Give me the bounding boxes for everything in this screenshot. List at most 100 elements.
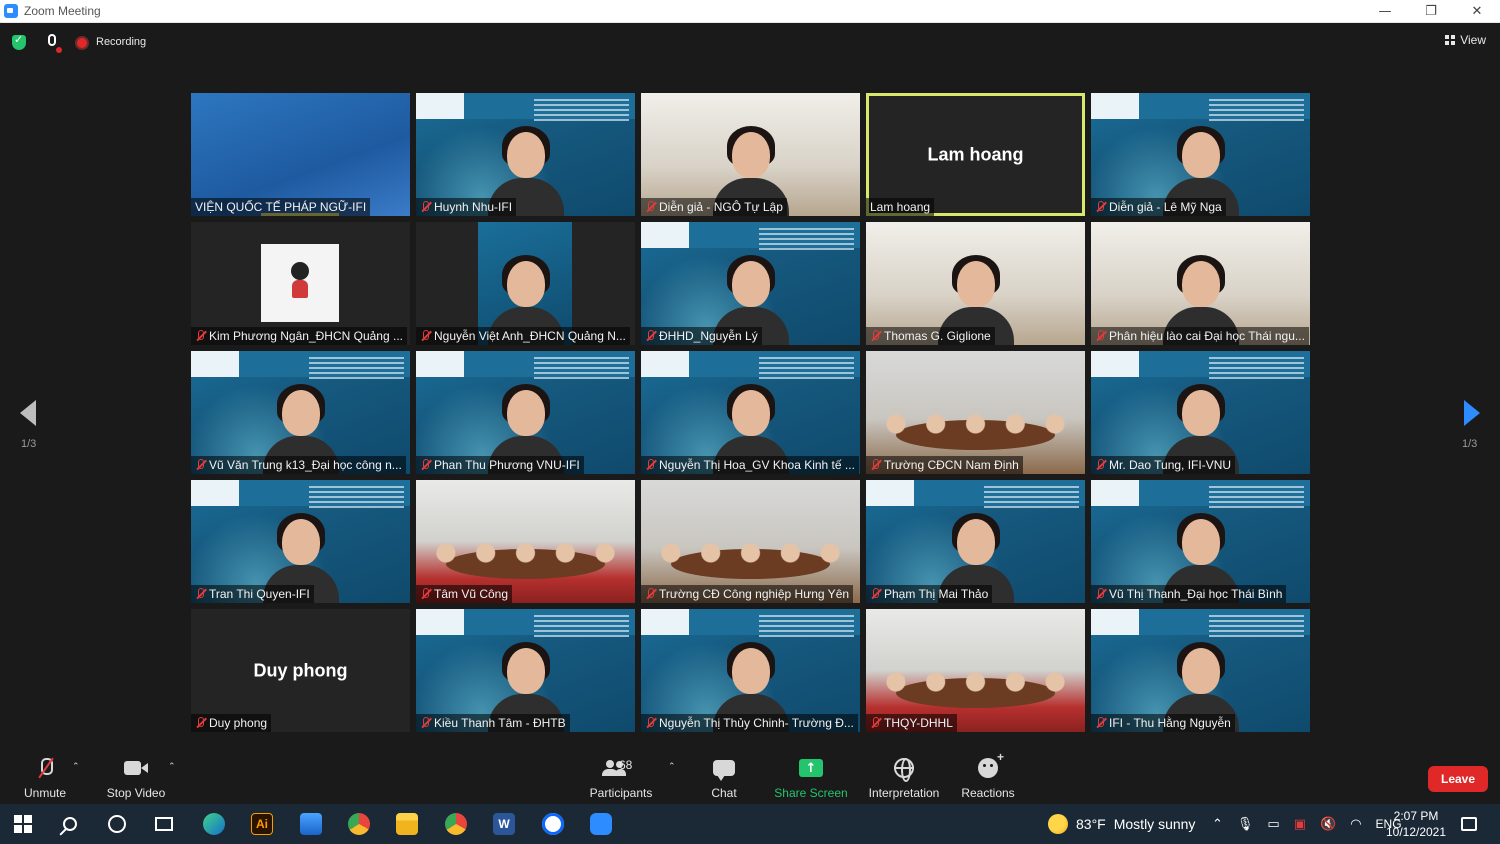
close-button[interactable]: ✕ — [1454, 0, 1500, 23]
antivirus-tray-icon[interactable]: ▣ — [1294, 817, 1306, 832]
muted-microphone-icon — [420, 588, 431, 600]
participant-video-tile[interactable]: Thomas G. Giglione — [866, 222, 1085, 345]
taskbar-chrome[interactable] — [342, 810, 376, 838]
previous-page-arrow-icon[interactable] — [20, 400, 36, 426]
participant-name: Kiều Thanh Tâm - ĐHTB — [434, 716, 566, 730]
participant-video-tile[interactable]: Tâm Vũ Công — [416, 480, 635, 603]
reactions-button[interactable]: Reactions — [958, 748, 1018, 804]
participant-video-tile[interactable]: Diễn giả - NGÔ Tự Lập — [641, 93, 860, 216]
chat-label: Chat — [711, 786, 737, 800]
show-hidden-icons-chevron-icon[interactable]: ⌃ — [1212, 817, 1223, 832]
taskbar-zalo[interactable] — [536, 810, 570, 838]
muted-microphone-icon — [870, 459, 881, 471]
participant-video-tile[interactable]: Trường CĐ Công nghiệp Hưng Yên — [641, 480, 860, 603]
participant-name-label: Duy phong — [191, 714, 272, 732]
taskbar-file-explorer[interactable] — [390, 810, 424, 838]
participant-video-tile[interactable]: Diễn giả - Lê Mỹ Nga — [1091, 93, 1310, 216]
participant-video-tile[interactable]: Vũ Thị Thanh_Đại học Thái Bình — [1091, 480, 1310, 603]
zoom-icon — [590, 813, 612, 835]
muted-microphone-icon — [870, 588, 881, 600]
participant-name: Nguyễn Thị Thủy Chinh- Trường Đ... — [659, 716, 854, 730]
participant-video-tile[interactable]: Vũ Văn Trung k13_Đại học công n... — [191, 351, 410, 474]
stop-video-button[interactable]: Stop Video — [104, 748, 168, 804]
participant-video-tile[interactable]: THQY-DHHL — [866, 609, 1085, 732]
participant-name: Vũ Thị Thanh_Đại học Thái Bình — [1109, 587, 1283, 601]
participant-video-tile[interactable]: Phạm Thị Mai Thảo — [866, 480, 1085, 603]
interpretation-button[interactable]: Interpretation — [864, 748, 944, 804]
chat-bubble-icon — [713, 760, 735, 781]
next-page-arrow-icon[interactable] — [1464, 400, 1480, 426]
video-options-caret-icon[interactable]: ⌃ — [168, 762, 176, 772]
participant-name-label: Nguyễn Thị Thủy Chinh- Trường Đ... — [641, 714, 858, 732]
leave-button[interactable]: Leave — [1428, 766, 1488, 792]
folder-icon — [396, 813, 418, 835]
word-icon: W — [493, 813, 515, 835]
taskbar-clock[interactable]: 2:07 PM 10/12/2021 — [1384, 808, 1448, 840]
participant-display-name: Duy phong — [253, 660, 348, 680]
participant-name: Trường CĐ Công nghiệp Hưng Yên — [659, 587, 850, 601]
participant-name-label: Mr. Dao Tung, IFI-VNU — [1091, 456, 1236, 474]
notification-center-icon[interactable] — [1461, 817, 1477, 831]
start-button[interactable] — [6, 810, 40, 838]
battery-icon[interactable]: ▭ — [1267, 817, 1279, 832]
participant-video-tile[interactable]: Kiều Thanh Tâm - ĐHTB — [416, 609, 635, 732]
share-screen-label: Share Screen — [774, 786, 848, 800]
participant-name: Kim Phương Ngân_ĐHCN Quảng ... — [209, 329, 403, 343]
participant-video-tile[interactable]: Nguyễn Việt Anh_ĐHCN Quảng N... — [416, 222, 635, 345]
chat-button[interactable]: Chat — [700, 748, 748, 804]
participant-video-tile[interactable]: VIỆN QUỐC TẾ PHÁP NGỮ-IFI — [191, 93, 410, 216]
task-view-icon — [155, 817, 173, 831]
mic-status-icon — [44, 34, 62, 53]
participants-button[interactable]: 68 Participants — [586, 748, 656, 804]
participant-video-tile[interactable]: Duy phong Duy phong — [191, 609, 410, 732]
participant-video-tile[interactable]: Tran Thi Quyen-IFI — [191, 480, 410, 603]
participant-display-name: Lam hoang — [927, 144, 1024, 164]
cortana-icon — [108, 815, 126, 833]
wifi-icon[interactable]: ◠ — [1350, 817, 1361, 832]
audio-options-caret-icon[interactable]: ⌃ — [72, 762, 80, 772]
search-button[interactable] — [53, 810, 87, 838]
taskbar-edge[interactable] — [197, 810, 231, 838]
taskbar-mail[interactable] — [294, 810, 328, 838]
participant-video-tile[interactable]: Phan Thu Phương VNU-IFI — [416, 351, 635, 474]
volume-muted-icon[interactable]: 🔇 — [1320, 817, 1336, 832]
participant-video-tile[interactable]: Lam hoang Lam hoang — [866, 93, 1085, 216]
participant-name-label: Vũ Thị Thanh_Đại học Thái Bình — [1091, 585, 1287, 603]
participants-options-caret-icon[interactable]: ⌃ — [668, 762, 676, 772]
share-screen-button[interactable]: ↑ Share Screen — [772, 748, 850, 804]
edge-icon — [203, 813, 225, 835]
participant-video-tile[interactable]: Kim Phương Ngân_ĐHCN Quảng ... — [191, 222, 410, 345]
participant-name: Vũ Văn Trung k13_Đại học công n... — [209, 458, 402, 472]
view-button[interactable]: View — [1445, 33, 1486, 47]
participant-name-label: VIỆN QUỐC TẾ PHÁP NGỮ-IFI — [191, 198, 371, 216]
microphone-tray-icon[interactable]: 🎙 — [1237, 817, 1254, 832]
unmute-button[interactable]: Unmute — [20, 748, 70, 804]
task-view-button[interactable] — [147, 810, 181, 838]
taskbar-chrome-profile[interactable] — [439, 810, 473, 838]
participant-name: Mr. Dao Tung, IFI-VNU — [1109, 458, 1232, 472]
participant-video-tile[interactable]: Phân hiệu lào cai Đại học Thái ngu... — [1091, 222, 1310, 345]
participant-video-tile[interactable]: Nguyễn Thị Hoa_GV Khoa Kinh tế ... — [641, 351, 860, 474]
taskbar-word[interactable]: W — [487, 810, 521, 838]
taskbar-illustrator[interactable]: Ai — [245, 810, 279, 838]
restore-button[interactable]: ❐ — [1408, 0, 1454, 23]
encryption-shield-icon[interactable] — [12, 33, 26, 50]
weather-widget[interactable]: 83°F Mostly sunny — [1048, 804, 1195, 844]
muted-microphone-icon — [420, 717, 431, 729]
participant-video-tile[interactable]: Trường CĐCN Nam Định — [866, 351, 1085, 474]
participant-name-label: Trường CĐCN Nam Định — [866, 456, 1023, 474]
participant-video-tile[interactable]: Huynh Nhu-IFI — [416, 93, 635, 216]
taskbar-zoom[interactable] — [584, 810, 618, 838]
stop-video-label: Stop Video — [106, 786, 166, 800]
participant-video-tile[interactable]: ĐHHD_Nguyễn Lý — [641, 222, 860, 345]
system-tray: ⌃ 🎙 ▭ ▣ 🔇 ◠ ENG — [1212, 804, 1402, 844]
cortana-button[interactable] — [100, 810, 134, 838]
participant-video-tile[interactable]: Mr. Dao Tung, IFI-VNU — [1091, 351, 1310, 474]
muted-microphone-icon — [645, 717, 656, 729]
interpretation-label: Interpretation — [868, 786, 940, 800]
minimize-button[interactable]: — — [1362, 0, 1408, 23]
recording-icon — [77, 38, 87, 48]
participant-video-tile[interactable]: IFI - Thu Hằng Nguyễn — [1091, 609, 1310, 732]
clock-date: 10/12/2021 — [1385, 825, 1447, 839]
participant-video-tile[interactable]: Nguyễn Thị Thủy Chinh- Trường Đ... — [641, 609, 860, 732]
